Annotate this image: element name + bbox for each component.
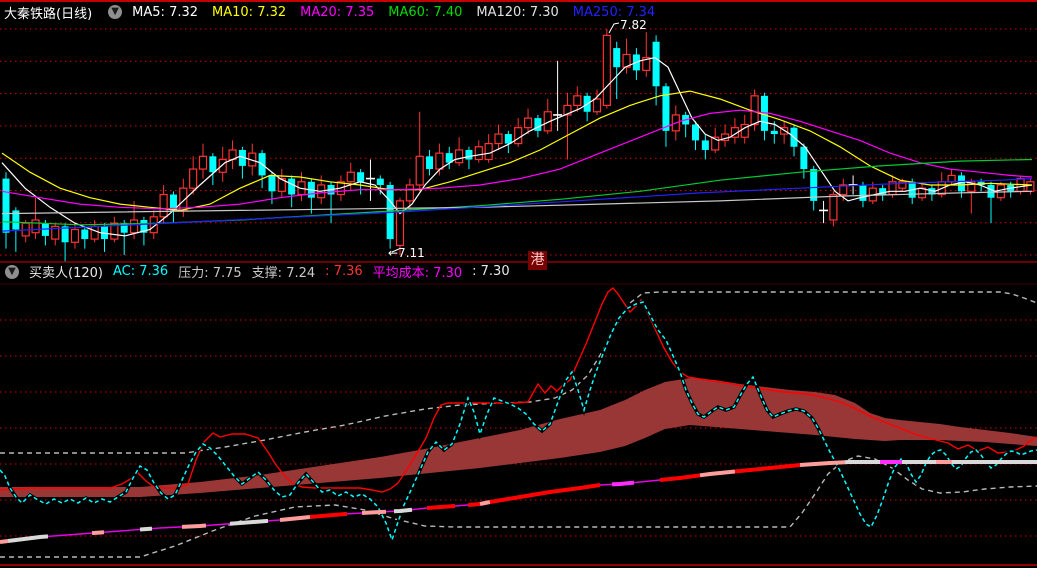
- cost-segment-salmon: [279, 515, 311, 522]
- cost-segment-gray: [393, 507, 413, 514]
- avgcost-value: 7.30: [433, 266, 463, 281]
- moving-average-lines: [1, 56, 1033, 237]
- indicator-header: ▼ 买卖人(120) AC: 7.36 压力: 7.75 支撑: 7.24 : …: [3, 263, 520, 281]
- ac-value: 7.36: [139, 264, 169, 279]
- avgcost-label: 平均成本:: [372, 266, 430, 281]
- support2-value: 7.36: [333, 264, 363, 279]
- indicator-title: 买卖人(120): [29, 266, 103, 281]
- hk-connect-marker[interactable]: 港: [528, 251, 547, 270]
- ma10-label: MA10:: [212, 4, 254, 20]
- chart-canvas[interactable]: [0, 0, 1037, 568]
- pressure-value: 7.75: [212, 266, 242, 281]
- cost-segment-salmon: [479, 500, 491, 506]
- ma20-label: MA20:: [300, 4, 342, 20]
- cost-segment-red: [467, 502, 481, 507]
- cost-segment-red: [489, 483, 601, 504]
- ma120-label: MA120:: [476, 4, 526, 20]
- avgcost2-value: 7.30: [480, 264, 510, 279]
- ma60-label: MA60:: [388, 4, 430, 20]
- cost-segment-red: [426, 504, 456, 510]
- avgcost2-label: :: [472, 264, 477, 279]
- ma20-value: 7.35: [345, 4, 375, 20]
- support-value: 7.24: [286, 266, 316, 281]
- ma10-value: 7.32: [257, 4, 287, 20]
- cost-segment-red: [734, 463, 801, 474]
- support2-label: :: [325, 264, 330, 279]
- stock-title: 大秦铁路(日线): [4, 6, 93, 22]
- candlestick-series: [2, 29, 1035, 262]
- cost-segment-gray: [139, 526, 153, 532]
- ma5-label: MA5:: [132, 4, 165, 20]
- ma250-value: 7.34: [626, 4, 656, 20]
- ma250-line: [1, 178, 1033, 232]
- cost-segment-red: [659, 473, 701, 482]
- trading-app-window: 大秦铁路(日线) ▼ MA5: 7.32 MA10: 7.32 MA20: 7.…: [0, 0, 1037, 568]
- cost-segment-gray: [229, 518, 269, 526]
- cost-segment-salmon: [181, 523, 207, 529]
- cost-segment-salmon: [699, 469, 736, 478]
- cost-segment-salmon: [361, 509, 387, 515]
- cost-segment-salmon: [0, 539, 9, 544]
- cost-segment-salmon: [91, 530, 105, 536]
- ac-label: AC:: [112, 264, 136, 279]
- main-chart-header: 大秦铁路(日线) ▼ MA5: 7.32 MA10: 7.32 MA20: 7.…: [4, 3, 669, 22]
- ma60-value: 7.40: [433, 4, 463, 20]
- ma120-value: 7.30: [529, 4, 559, 20]
- cost-segment-red: [309, 511, 348, 519]
- window-borders: [0, 0, 1037, 566]
- cost-band: [0, 378, 1037, 497]
- ma10-line: [1, 90, 1033, 212]
- chevron-down-icon[interactable]: ▼: [5, 264, 19, 279]
- low-price-annotation: ←7.11: [388, 246, 425, 260]
- cost-segment-magenta_bright: [611, 480, 635, 487]
- chevron-down-icon[interactable]: ▼: [108, 5, 123, 19]
- pressure-label: 压力:: [178, 266, 209, 281]
- ma5-value: 7.32: [169, 4, 199, 20]
- cost-segment-gray: [7, 534, 49, 543]
- support-label: 支撑:: [251, 266, 283, 281]
- ma250-label: MA250:: [572, 4, 623, 20]
